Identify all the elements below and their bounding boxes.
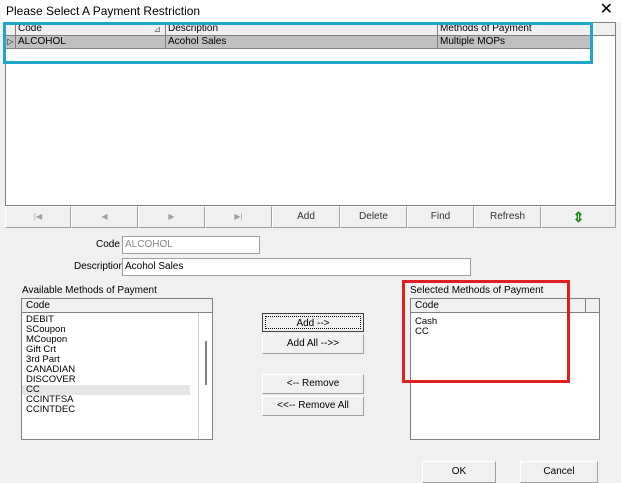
grid-header: Code ⊿ Description Methods of Payment [6,23,615,36]
grid-column-description[interactable]: Description [166,23,438,35]
available-methods-list[interactable]: Code DEBIT SCoupon MCoupon Gift Crt 3rd … [21,298,213,440]
add-all-methods-button[interactable]: Add All -->> [262,334,364,354]
refresh-arrows-icon[interactable]: ⇕ [541,206,616,228]
list-item[interactable]: CC [411,327,599,337]
row-mop: Multiple MOPs [438,36,591,48]
selected-list-header-label: Code [415,300,439,311]
add-method-button-label: Add --> [265,316,361,329]
restriction-grid[interactable]: Code ⊿ Description Methods of Payment ▷ … [5,22,616,206]
row-code: ALCOHOL [16,36,166,48]
add-button[interactable]: Add [272,206,340,228]
list-item[interactable]: CCINTDEC [22,405,212,415]
last-record-button[interactable]: ▶| [205,206,272,228]
cancel-button[interactable]: Cancel [520,461,598,483]
close-icon[interactable]: ✕ [600,1,613,19]
grid-header-indicator [6,23,16,35]
grid-column-code-label: Code [18,23,42,34]
grid-column-mop[interactable]: Methods of Payment [438,23,591,35]
list-item[interactable]: DISCOVER [22,375,212,385]
available-methods-label: Available Methods of Payment [22,285,157,296]
scrollbar-thumb[interactable] [205,341,207,385]
code-label: Code [96,239,120,250]
available-list-scrollbar[interactable] [198,313,212,439]
first-record-button[interactable]: |◀ [5,206,71,228]
grid-column-code[interactable]: Code ⊿ [16,23,166,35]
row-description: Acohol Sales [166,36,438,48]
find-button[interactable]: Find [407,206,474,228]
description-field[interactable]: Acohol Sales [122,258,471,276]
selected-methods-label: Selected Methods of Payment [410,285,544,296]
dialog-footer: OK Cancel [0,456,621,483]
prev-record-button[interactable]: ◀ [71,206,138,228]
available-list-header: Code [22,299,212,313]
selected-methods-list[interactable]: Code Cash CC [410,298,600,440]
remove-method-button[interactable]: <-- Remove [262,374,364,394]
refresh-button[interactable]: Refresh [474,206,541,228]
title-bar: Please Select A Payment Restriction ✕ [0,0,621,22]
selected-list-header: Code [411,299,599,313]
row-pointer-icon: ▷ [6,36,16,48]
remove-all-methods-button[interactable]: <<-- Remove All [262,396,364,416]
window-title: Please Select A Payment Restriction [6,4,201,18]
delete-button[interactable]: Delete [340,206,407,228]
sort-asc-icon: ⊿ [153,24,161,34]
description-label: Description [74,261,125,272]
header-divider [585,299,586,312]
next-record-button[interactable]: ▶ [138,206,205,228]
table-row[interactable]: ▷ ALCOHOL Acohol Sales Multiple MOPs [6,36,591,49]
ok-button[interactable]: OK [422,461,496,483]
record-navigator: |◀ ◀ ▶ ▶| Add Delete Find Refresh ⇕ [5,206,616,228]
list-item[interactable]: Cash [411,317,599,327]
add-method-button[interactable]: Add --> [262,313,364,332]
code-field[interactable]: ALCOHOL [122,236,260,254]
